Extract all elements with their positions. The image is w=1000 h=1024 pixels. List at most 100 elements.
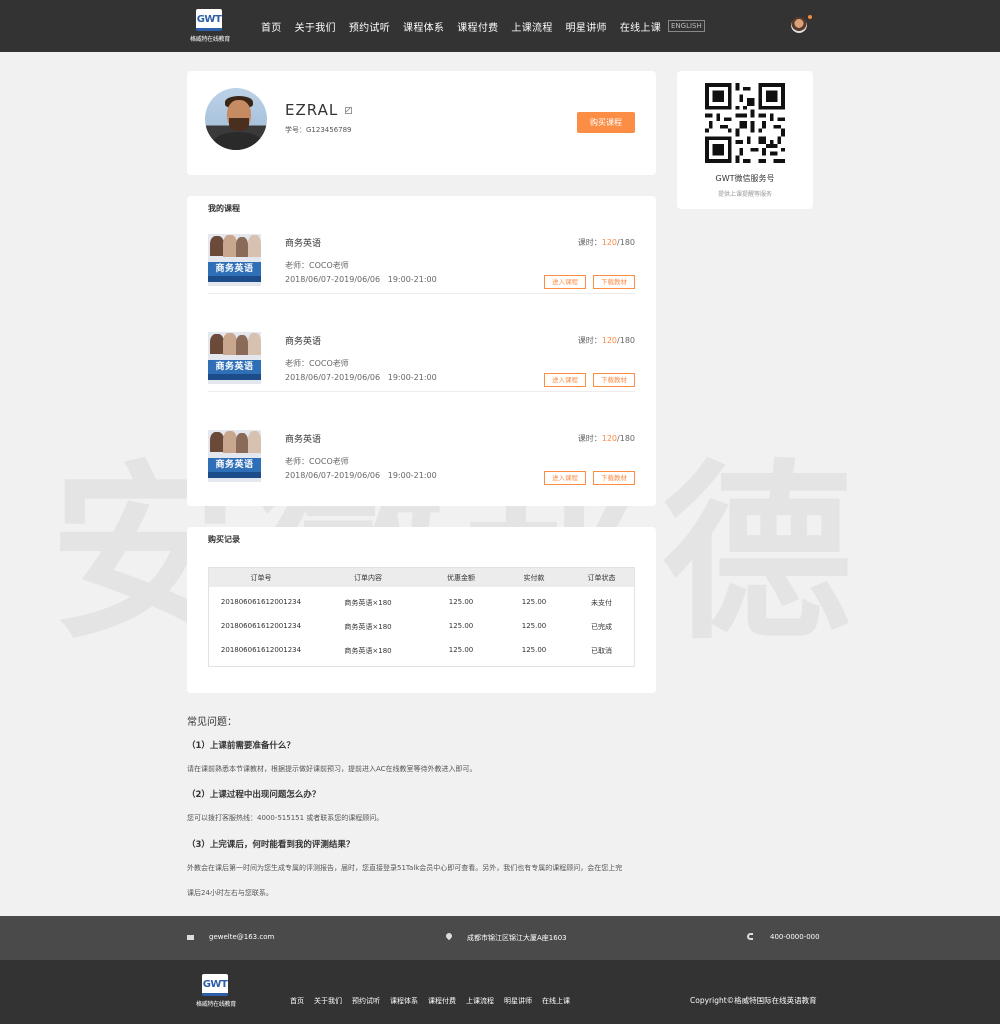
language-switch[interactable]: ENGLISH xyxy=(668,20,705,32)
top-header: GWT 格威特在线教育 首页 关于我们 预约试听 课程体系 课程付费 上课流程 … xyxy=(0,0,1000,52)
course-teacher: 老师：COCO老师 xyxy=(285,359,349,368)
course-dates: 2018/06/07-2019/06/06 19:00-21:00 xyxy=(285,275,437,284)
enter-course-button[interactable]: 进入课程 xyxy=(544,471,586,485)
faq-answer: 外教会在课后第一时间为您生成专属的评测报告，届时，您直接登录51Talk会员中心… xyxy=(187,864,623,872)
user-avatar[interactable] xyxy=(791,17,807,33)
faq-answer-continued: 课后24小时左右与您联系。 xyxy=(187,889,273,897)
nav-item-payment[interactable]: 课程付费 xyxy=(457,19,498,34)
logo-book-icon: GWT xyxy=(202,974,228,996)
my-courses-card: 我的课程 商务英语 商务英语 老师：COCO老师 2018/06/07-2019… xyxy=(187,196,656,506)
order-content: 商务英语×180 xyxy=(344,599,392,607)
faq-title: 常见问题： xyxy=(187,717,237,728)
footer-bottom: GWT 格威特在线教育 首页 关于我们 预约试听 课程体系 课程付费 上课流程 … xyxy=(0,960,1000,1024)
discount-amount: 125.00 xyxy=(448,646,474,654)
paid-amount: 125.00 xyxy=(521,622,547,630)
enter-course-button[interactable]: 进入课程 xyxy=(544,275,586,289)
order-number: 20180606161200123​4 xyxy=(220,646,302,654)
footer-nav-payment[interactable]: 课程付费 xyxy=(428,996,456,1006)
footer-nav-process[interactable]: 上课流程 xyxy=(466,996,494,1006)
order-number: 20180606161200123​4 xyxy=(220,598,302,606)
footer-nav-teachers[interactable]: 明星讲师 xyxy=(504,996,532,1006)
nav-item-trial[interactable]: 预约试听 xyxy=(349,19,390,34)
course-thumbnail[interactable]: 商务英语 xyxy=(208,332,261,384)
course-hours: 课时：120/180 xyxy=(577,238,635,247)
order-number: 20180606161200123​4 xyxy=(220,622,302,630)
footer-nav-home[interactable]: 首页 xyxy=(290,996,304,1006)
qr-code-icon xyxy=(705,83,785,163)
purchase-records-card: 购买记录 订单号 订单内容 优惠金额 实付款 订单状态 201806061612… xyxy=(187,527,656,693)
footer-nav: 首页 关于我们 预约试听 课程体系 课程付费 上课流程 明星讲师 在线上课 xyxy=(290,996,580,1006)
course-name: 商务英语 xyxy=(285,239,322,249)
course-thumbnail[interactable]: 商务英语 xyxy=(208,234,261,286)
footer-phone: 400-0000-000 xyxy=(770,933,820,941)
course-teacher: 老师：COCO老师 xyxy=(285,457,349,466)
order-status: 未支付 xyxy=(591,599,612,607)
faq-answer: 您可以拨打客服热线：4000-515151 或者联系您的课程顾问。 xyxy=(187,814,384,822)
course-hours: 课时：120/180 xyxy=(577,336,635,345)
course-item: 商务英语 商务英语 老师：COCO老师 2018/06/07-2019/06/0… xyxy=(208,196,635,294)
footer-nav-trial[interactable]: 预约试听 xyxy=(352,996,380,1006)
logo-text: 格威特在线教育 xyxy=(196,1001,236,1008)
footer-nav-about[interactable]: 关于我们 xyxy=(314,996,342,1006)
orders-table: 订单号 订单内容 优惠金额 实付款 订单状态 20180606161200123… xyxy=(208,567,635,667)
faq-question: （1）上课前需要准备什么？ xyxy=(187,741,295,751)
course-item: 商务英语 商务英语 老师：COCO老师 2018/06/07-2019/06/0… xyxy=(208,392,635,490)
location-pin-icon xyxy=(444,931,454,941)
qr-title: GWT微信服务号 xyxy=(715,174,775,183)
main-nav: 首页 关于我们 预约试听 课程体系 课程付费 上课流程 明星讲师 在线上课 xyxy=(261,19,674,34)
course-item: 商务英语 商务英语 老师：COCO老师 2018/06/07-2019/06/0… xyxy=(208,294,635,392)
notification-dot xyxy=(808,15,812,19)
course-name: 商务英语 xyxy=(285,337,322,347)
nav-item-home[interactable]: 首页 xyxy=(261,19,282,34)
footer-logo[interactable]: GWT 格威特在线教育 xyxy=(193,974,239,1008)
profile-photo xyxy=(205,88,267,150)
course-hours: 课时：120/180 xyxy=(577,434,635,443)
course-teacher: 老师：COCO老师 xyxy=(285,261,349,270)
download-materials-button[interactable]: 下载教材 xyxy=(593,373,635,387)
nav-item-process[interactable]: 上课流程 xyxy=(511,19,552,34)
buy-course-button[interactable]: 购买课程 xyxy=(577,112,635,133)
footer-nav-online-class[interactable]: 在线上课 xyxy=(542,996,570,1006)
paid-amount: 125.00 xyxy=(521,646,547,654)
mail-icon xyxy=(187,935,194,940)
enter-course-button[interactable]: 进入课程 xyxy=(544,373,586,387)
discount-amount: 125.00 xyxy=(448,598,474,606)
edit-icon[interactable] xyxy=(345,107,352,114)
footer-address: 成都市锦江区锦江大厦A座1603 xyxy=(467,934,567,942)
nav-item-about[interactable]: 关于我们 xyxy=(295,19,336,34)
faq-answer: 请在课前熟悉本节课教材，根据提示做好课前预习，提前进入AC在线教室等待外教进入即… xyxy=(187,765,477,773)
nav-item-courses[interactable]: 课程体系 xyxy=(403,19,444,34)
column-header: 优惠金额 xyxy=(447,574,475,582)
copyright: Copyright©格威特国际在线英语教育 xyxy=(690,996,817,1005)
faq-question: （3）上完课后，何时能看到我的评测结果？ xyxy=(187,840,355,850)
column-header: 实付款 xyxy=(523,574,545,582)
order-status: 已完成 xyxy=(591,623,612,631)
qr-subtitle: 提供上课提醒等服务 xyxy=(717,191,772,198)
footer-email[interactable]: gewelte@163.com xyxy=(209,933,274,941)
wechat-qr-card: GWT微信服务号 提供上课提醒等服务 xyxy=(677,71,813,209)
logo-text: 格威特在线教育 xyxy=(190,36,230,43)
course-name: 商务英语 xyxy=(285,435,322,445)
order-content: 商务英语×180 xyxy=(344,647,392,655)
course-dates: 2018/06/07-2019/06/06 19:00-21:00 xyxy=(285,373,437,382)
purchase-records-title: 购买记录 xyxy=(208,535,240,544)
phone-icon xyxy=(747,933,753,940)
profile-card: EZRAL 学号：G123456789 购买课程 xyxy=(187,71,656,175)
download-materials-button[interactable]: 下载教材 xyxy=(593,275,635,289)
column-header: 订单号 xyxy=(250,574,272,582)
course-thumbnail[interactable]: 商务英语 xyxy=(208,430,261,482)
column-header: 订单状态 xyxy=(587,574,616,582)
course-dates: 2018/06/07-2019/06/06 19:00-21:00 xyxy=(285,471,437,480)
order-status: 已取消 xyxy=(591,647,612,655)
logo-book-icon: GWT xyxy=(196,9,222,31)
discount-amount: 125.00 xyxy=(448,622,474,630)
orders-table-header: 订单号 订单内容 优惠金额 实付款 订单状态 xyxy=(209,568,634,587)
order-content: 商务英语×180 xyxy=(344,623,392,631)
site-logo[interactable]: GWT 格威特在线教育 xyxy=(187,9,233,43)
download-materials-button[interactable]: 下载教材 xyxy=(593,471,635,485)
nav-item-teachers[interactable]: 明星讲师 xyxy=(566,19,607,34)
profile-name: EZRAL xyxy=(285,101,339,119)
column-header: 订单内容 xyxy=(354,574,382,582)
nav-item-online-class[interactable]: 在线上课 xyxy=(620,19,661,34)
footer-nav-courses[interactable]: 课程体系 xyxy=(390,996,418,1006)
